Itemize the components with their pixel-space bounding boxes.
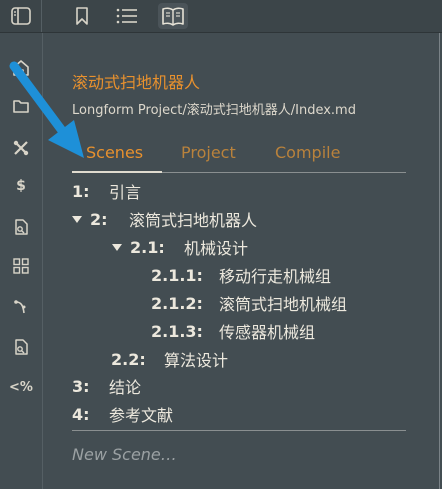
scene-title: 结论 — [109, 378, 142, 397]
collapse-triangle-icon[interactable] — [112, 243, 122, 251]
scene-number: 1: — [72, 181, 90, 201]
scene-title: 滚筒式扫地机器人 — [129, 211, 258, 230]
scene-title: 算法设计 — [164, 351, 229, 370]
left-ribbon: $ <% — [0, 33, 43, 489]
scene-title: 机械设计 — [184, 239, 249, 258]
scene-title: 滚筒式扫地机械组 — [219, 295, 348, 314]
scene-item[interactable]: 2.1.1: 移动行走机械组 — [151, 263, 331, 287]
scene-item[interactable]: 2.1.2: 滚筒式扫地机械组 — [151, 291, 347, 315]
toolbar-divider — [41, 0, 42, 32]
search-file-icon-2[interactable] — [8, 334, 34, 360]
grid-icon[interactable] — [8, 253, 34, 279]
scene-item[interactable]: 2.2: 算法设计 — [111, 347, 228, 371]
dollar-icon[interactable]: $ — [8, 173, 34, 199]
tab-project[interactable]: Project — [181, 143, 236, 162]
scene-item[interactable]: 2.1: 机械设计 — [112, 235, 248, 259]
scene-number: 2: — [90, 209, 108, 229]
collapse-triangle-icon[interactable] — [72, 215, 82, 223]
new-scene-input[interactable]: New Scene… — [72, 445, 177, 464]
scene-title: 引言 — [109, 183, 142, 202]
scene-item[interactable]: 2: 滚筒式扫地机器人 — [72, 207, 257, 231]
scene-title: 移动行走机械组 — [219, 267, 332, 286]
folder-icon[interactable] — [8, 93, 34, 119]
list-bottom-rule — [72, 430, 406, 431]
panel-right-border — [439, 33, 440, 489]
top-toolbar — [0, 0, 442, 32]
tools-icon[interactable] — [8, 135, 34, 161]
scene-item[interactable]: 2.1.3: 传感器机械组 — [151, 319, 315, 343]
branch-icon[interactable] — [8, 293, 34, 319]
active-tab-indicator — [72, 171, 162, 173]
tab-scenes[interactable]: Scenes — [86, 143, 143, 162]
scene-title: 参考文献 — [109, 406, 174, 425]
scene-item[interactable]: 1: 引言 — [72, 179, 141, 203]
bookmark-icon[interactable] — [67, 3, 97, 29]
longform-panel: 滚动式扫地机器人 Longform Project/滚动式扫地机器人/Index… — [43, 33, 439, 489]
project-path: Longform Project/滚动式扫地机器人/Index.md — [72, 103, 356, 118]
scene-number: 2.1.1: — [151, 265, 203, 285]
scene-number: 2.1: — [130, 237, 165, 257]
scene-number: 4: — [72, 404, 90, 424]
list-icon[interactable] — [112, 3, 142, 29]
scene-number: 2.1.3: — [151, 321, 203, 341]
scene-item[interactable]: 3: 结论 — [72, 374, 141, 398]
project-title[interactable]: 滚动式扫地机器人 — [72, 69, 200, 93]
scene-number: 2.2: — [111, 349, 146, 369]
scene-item[interactable]: 4: 参考文献 — [72, 402, 173, 426]
tab-compile[interactable]: Compile — [275, 143, 340, 162]
percent-icon[interactable]: <% — [8, 374, 34, 400]
search-file-icon[interactable] — [8, 214, 34, 240]
scene-title: 传感器机械组 — [219, 323, 316, 342]
home-icon[interactable] — [8, 55, 34, 81]
book-icon[interactable] — [158, 3, 188, 29]
sidebar-toggle-icon[interactable] — [6, 3, 36, 29]
scene-number: 2.1.2: — [151, 293, 203, 313]
scene-number: 3: — [72, 376, 90, 396]
